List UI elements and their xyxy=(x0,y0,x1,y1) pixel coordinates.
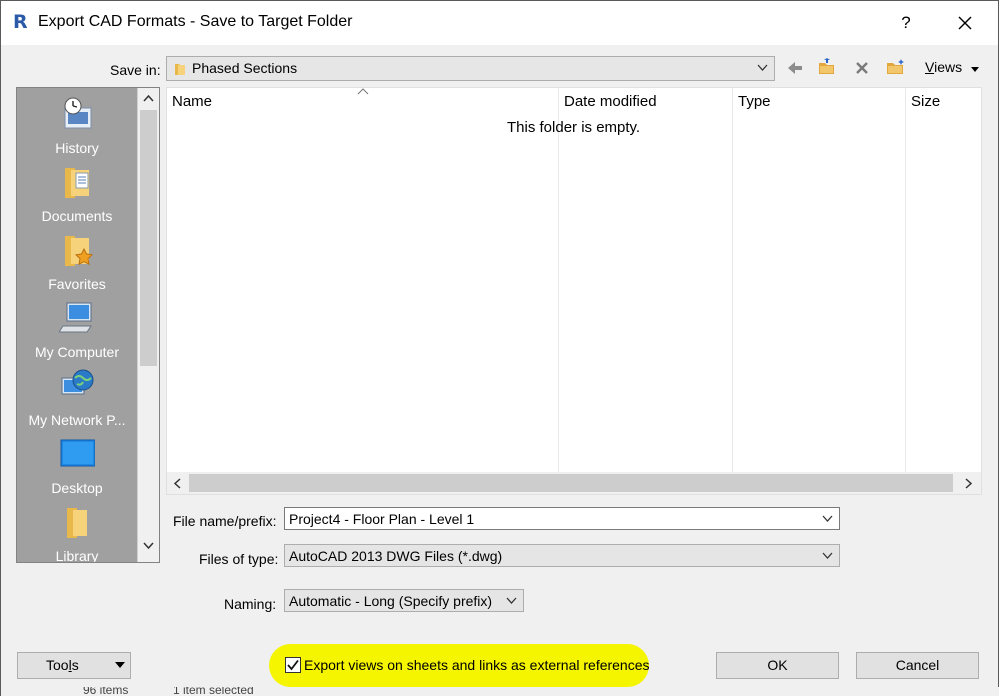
naming-select[interactable]: Automatic - Long (Specify prefix) xyxy=(284,589,524,612)
new-folder-icon xyxy=(887,59,904,74)
file-list[interactable]: Name Date modified Type Size This folder… xyxy=(166,87,982,495)
scroll-left-icon xyxy=(173,478,181,489)
close-button[interactable] xyxy=(951,10,979,36)
views-label-accel: V xyxy=(925,59,935,75)
folder-icon xyxy=(175,64,185,75)
status-strip: 96 items 1 item selected xyxy=(1,687,999,696)
documents-folder-icon xyxy=(65,168,89,198)
views-dropdown-arrow-icon xyxy=(971,67,979,72)
library-folder-icon xyxy=(67,508,87,538)
place-documents[interactable]: Documents xyxy=(17,160,137,226)
status-selected-count: 1 item selected xyxy=(173,687,254,696)
scroll-right-icon xyxy=(965,478,973,489)
desktop-icon xyxy=(60,439,95,467)
export-cad-dialog: R Export CAD Formats - Save to Target Fo… xyxy=(0,0,999,696)
places-scrollbar[interactable] xyxy=(137,88,159,562)
views-label-rest: iews xyxy=(934,59,963,75)
file-name-input[interactable]: Project4 - Floor Plan - Level 1 xyxy=(284,507,840,530)
place-label: Documents xyxy=(41,208,113,224)
tools-label-rest: s xyxy=(71,657,79,673)
place-my-network[interactable]: My Network P... xyxy=(17,364,137,430)
status-items-count: 96 items xyxy=(83,687,129,696)
computer-icon xyxy=(59,302,92,333)
column-header-date-modified[interactable]: Date modified xyxy=(564,93,657,110)
save-in-dropdown[interactable]: Phased Sections xyxy=(166,56,775,81)
place-library[interactable]: Library xyxy=(17,500,137,563)
file-list-horizontal-scrollbar[interactable] xyxy=(167,472,981,494)
revit-logo-icon: R xyxy=(13,11,28,33)
place-desktop[interactable]: Desktop xyxy=(17,432,137,498)
places-bar: History Documents Favorites My Computer … xyxy=(16,87,160,563)
scroll-down-icon xyxy=(143,542,154,550)
tools-button[interactable]: Tools xyxy=(17,652,131,679)
place-label: Desktop xyxy=(51,480,103,496)
save-in-label: Save in: xyxy=(110,62,161,78)
chevron-down-icon xyxy=(506,597,517,604)
favorites-folder-icon xyxy=(65,236,94,266)
naming-label: Naming: xyxy=(224,596,277,612)
export-external-references-label[interactable]: Export views on sheets and links as exte… xyxy=(304,657,650,673)
place-favorites[interactable]: Favorites xyxy=(17,228,137,294)
chevron-down-icon xyxy=(822,515,833,522)
horizontal-scroll-thumb[interactable] xyxy=(189,474,953,492)
ok-button[interactable]: OK xyxy=(716,652,839,679)
export-external-references-checkbox[interactable] xyxy=(285,657,301,673)
column-header-name[interactable]: Name xyxy=(172,93,212,110)
network-globe-icon xyxy=(61,369,94,395)
back-button[interactable] xyxy=(783,56,807,80)
column-separator xyxy=(558,88,559,472)
up-folder-button[interactable] xyxy=(815,56,839,80)
place-label: History xyxy=(55,140,99,156)
column-header-size[interactable]: Size xyxy=(911,93,940,110)
column-header-type[interactable]: Type xyxy=(738,93,771,110)
back-arrow-icon xyxy=(788,62,802,74)
file-name-label: File name/prefix: xyxy=(173,513,277,529)
place-label: My Computer xyxy=(34,344,120,360)
window-title: Export CAD Formats - Save to Target Fold… xyxy=(38,13,353,30)
save-in-value: Phased Sections xyxy=(192,60,298,76)
new-folder-button[interactable] xyxy=(884,56,908,80)
place-label: Library xyxy=(55,548,99,563)
delete-x-icon xyxy=(856,62,868,74)
chevron-down-icon xyxy=(757,64,768,71)
file-name-value: Project4 - Floor Plan - Level 1 xyxy=(289,511,475,527)
naming-value: Automatic - Long (Specify prefix) xyxy=(289,593,493,609)
places-scroll-thumb[interactable] xyxy=(140,110,157,366)
column-separator xyxy=(732,88,733,472)
place-my-computer[interactable]: My Computer xyxy=(17,296,137,362)
scroll-up-icon xyxy=(143,94,154,102)
files-of-type-label: Files of type: xyxy=(199,551,279,567)
tools-label-prefix: Too xyxy=(46,657,69,673)
views-menu-button[interactable]: Views xyxy=(925,59,962,75)
chevron-down-icon xyxy=(822,552,833,559)
place-label: My Network P... xyxy=(28,412,126,428)
place-label: Favorites xyxy=(48,276,106,292)
delete-button[interactable] xyxy=(850,56,874,80)
help-button[interactable]: ? xyxy=(894,10,918,36)
title-bar: R Export CAD Formats - Save to Target Fo… xyxy=(1,1,998,45)
column-separator xyxy=(905,88,906,472)
checkmark-icon xyxy=(287,659,299,671)
close-icon xyxy=(958,16,972,30)
tools-dropdown-arrow-icon xyxy=(115,662,125,668)
history-icon xyxy=(64,97,92,129)
sort-up-icon xyxy=(357,88,369,95)
up-folder-icon xyxy=(819,58,834,74)
place-history[interactable]: History xyxy=(17,92,137,158)
empty-folder-message: This folder is empty. xyxy=(507,119,641,136)
files-of-type-select[interactable]: AutoCAD 2013 DWG Files (*.dwg) xyxy=(284,544,840,567)
cancel-button[interactable]: Cancel xyxy=(856,652,979,679)
files-of-type-value: AutoCAD 2013 DWG Files (*.dwg) xyxy=(289,548,503,564)
